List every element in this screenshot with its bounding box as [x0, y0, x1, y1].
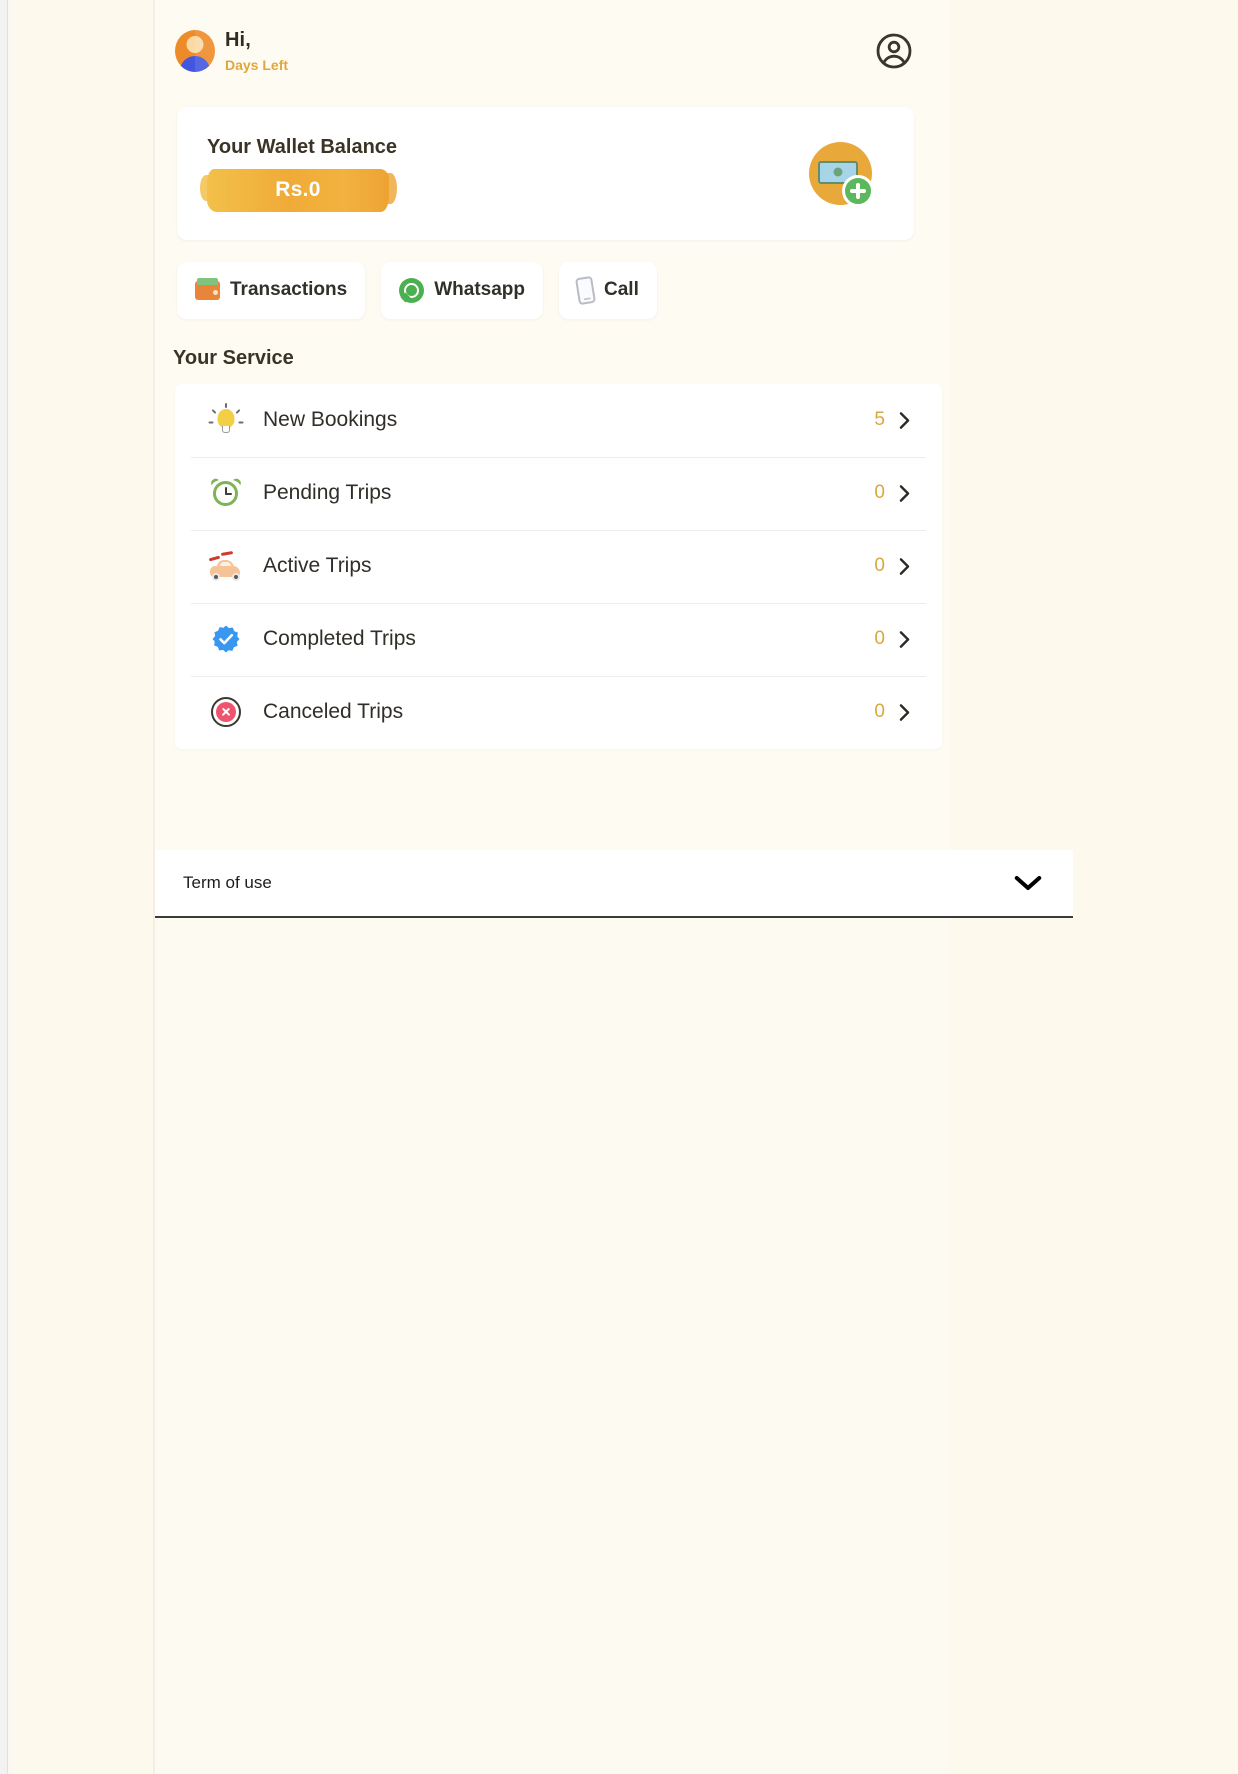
empty-area-below-terms [155, 920, 950, 1774]
chevron-right-icon [897, 484, 912, 503]
wallet-icon [195, 277, 220, 300]
chevron-right-icon [897, 411, 912, 430]
service-row-pending-trips[interactable]: Pending Trips 0 [175, 456, 942, 530]
alarm-clock-icon [207, 476, 245, 509]
term-of-use-bar[interactable]: Term of use [155, 850, 1073, 918]
service-count: 0 [874, 555, 885, 576]
transactions-label: Transactions [230, 279, 348, 300]
chevron-down-icon[interactable] [1013, 873, 1043, 893]
whatsapp-button[interactable]: Whatsapp [381, 261, 543, 319]
left-gutter [0, 0, 8, 1774]
service-label: Pending Trips [263, 481, 392, 504]
wallet-info: Your Wallet Balance Rs.0 [200, 134, 398, 212]
wallet-amount: Rs.0 [275, 178, 321, 201]
service-count: 5 [874, 409, 885, 430]
days-left-label: Days Left [225, 56, 289, 73]
service-label: Active Trips [263, 554, 372, 577]
transactions-button[interactable]: Transactions [177, 261, 366, 319]
service-list: New Bookings 5 Pending Trips 0 Active Tr… [175, 383, 942, 749]
left-gutter-inner [9, 0, 11, 1774]
term-of-use-label: Term of use [183, 873, 272, 892]
service-count: 0 [874, 482, 885, 503]
chevron-right-icon [897, 703, 912, 722]
service-row-completed-trips[interactable]: Completed Trips 0 [175, 602, 942, 676]
greeting-label: Hi, [225, 29, 251, 51]
wallet-title: Your Wallet Balance [207, 136, 398, 158]
service-count: 0 [874, 628, 885, 649]
service-row-new-bookings[interactable]: New Bookings 5 [175, 384, 942, 457]
service-row-canceled-trips[interactable]: Canceled Trips 0 [175, 675, 942, 749]
lightbulb-icon [207, 403, 245, 437]
wallet-amount-banner: Rs.0 [200, 169, 397, 212]
greeting-block: Hi, Days Left [175, 28, 288, 75]
wallet-balance-card: Your Wallet Balance Rs.0 [177, 106, 914, 240]
call-button[interactable]: Call [559, 261, 657, 319]
account-circle-icon[interactable] [874, 31, 914, 71]
section-title-your-service: Your Service [173, 346, 294, 369]
chevron-right-icon [897, 630, 912, 649]
service-row-active-trips[interactable]: Active Trips 0 [175, 529, 942, 603]
call-label: Call [604, 279, 639, 300]
quick-actions: Transactions Whatsapp Call [177, 261, 950, 319]
whatsapp-icon [399, 277, 425, 303]
verified-badge-icon [207, 624, 245, 654]
service-count: 0 [874, 701, 885, 722]
service-label: Completed Trips [263, 627, 416, 650]
phone-icon [574, 275, 597, 305]
chevron-right-icon [897, 557, 912, 576]
car-icon [207, 550, 245, 582]
page-header: Hi, Days Left [155, 0, 950, 85]
content-column: Hi, Days Left Your Wallet Balance Rs.0 T… [155, 0, 1073, 1774]
app-root: Hi, Days Left Your Wallet Balance Rs.0 T… [0, 0, 1238, 1774]
whatsapp-label: Whatsapp [434, 279, 525, 300]
greeting-text: Hi, Days Left [225, 28, 288, 75]
service-label: Canceled Trips [263, 700, 404, 723]
avatar-sheen [195, 30, 215, 73]
service-label: New Bookings [263, 408, 398, 431]
plus-badge [842, 174, 874, 207]
user-avatar[interactable] [175, 30, 215, 73]
cancel-circle-icon [207, 697, 245, 727]
money-add-icon[interactable] [809, 141, 874, 207]
